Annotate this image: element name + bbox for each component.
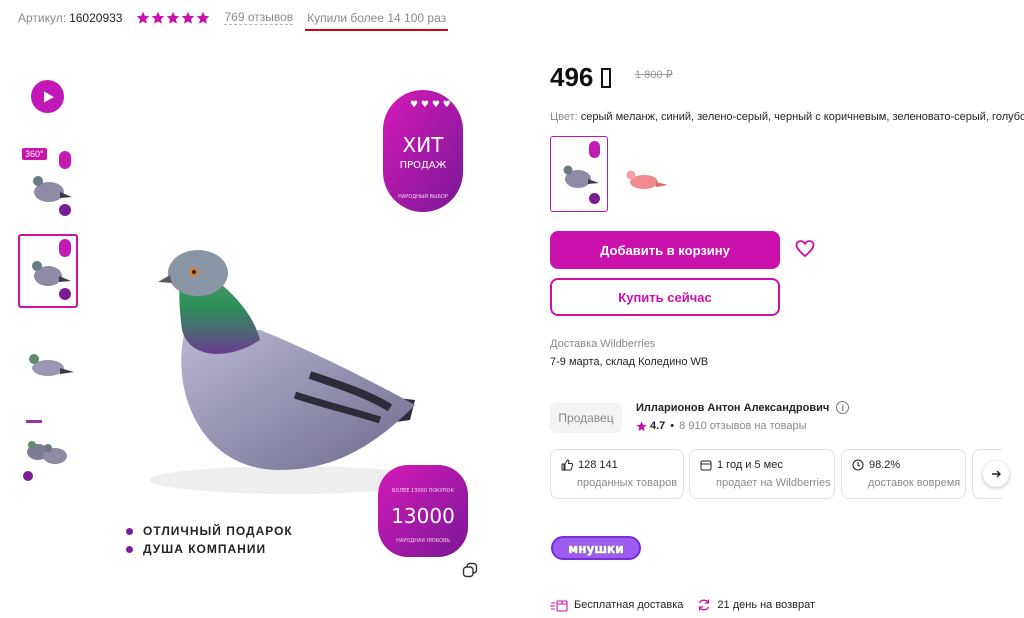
bought-count: Купили более 14 100 раз: [305, 11, 449, 31]
feature-item: ДУША КОМПАНИИ: [126, 542, 266, 556]
free-delivery-text: Бесплатная доставка: [574, 599, 684, 611]
stat-card-ontime: 98.2% доставок вовремя: [841, 449, 966, 499]
feature-item: ОТЛИЧНЫЙ ПОДАРОК: [126, 524, 293, 538]
star-icon: [636, 421, 647, 431]
currency-icon: [601, 67, 612, 88]
thumbnail-side[interactable]: [18, 330, 78, 404]
main-product-image[interactable]: ♥ ♥ ♥ ♥ ХИТ ПРОДАЖ НАРОДНЫЙ ВЫБОР БОЛЕЕ …: [110, 60, 490, 580]
returns-text: 21 день на возврат: [717, 599, 815, 611]
stats-next-button[interactable]: [983, 461, 1009, 487]
pigeon-thumb-image: [23, 420, 67, 481]
stat-label: доставок вовремя: [868, 477, 961, 489]
reviews-link[interactable]: 769 отзывов: [224, 11, 294, 25]
store-icon: [700, 460, 712, 471]
pigeon-thumb-image: [32, 239, 71, 300]
play-video-button[interactable]: [31, 80, 64, 113]
current-price: 496: [550, 62, 612, 93]
color-variant-pink[interactable]: [614, 136, 672, 212]
returns-item: 21 день на возврат: [697, 598, 815, 612]
star-icon: [182, 11, 195, 24]
delivery-title: Доставка Wildberries: [550, 338, 656, 350]
variant-image: [563, 141, 600, 204]
rating-stars: [136, 11, 210, 25]
star-icon: [137, 11, 150, 24]
seller-rating-value: 4.7: [650, 420, 666, 432]
sticker-hit-small: НАРОДНЫЙ ВЫБОР: [398, 193, 448, 200]
product-meta-line: Артикул: 16020933 769 отзывов Купили бол…: [18, 9, 449, 31]
stat-value: 98.2%: [869, 459, 901, 471]
info-icon[interactable]: i: [836, 401, 850, 414]
article-label: Артикул:: [18, 11, 67, 25]
feature-text: ОТЛИЧНЫЙ ПОДАРОК: [143, 524, 293, 538]
thumbnail-pair[interactable]: [18, 418, 78, 492]
seller-rating: 4.7 • 8 910 отзывов на товары: [636, 420, 806, 432]
sticker-hit-line2: ПРОДАЖ: [400, 160, 447, 171]
separator-dot: •: [670, 420, 675, 432]
seller-name: Илларионов Антон Александрович: [636, 401, 830, 414]
stat-card-tenure: 1 год и 5 мес продает на Wildberries: [689, 449, 835, 499]
color-line: Цвет: серый меланж, синий, зелено-серый,…: [550, 111, 1024, 123]
stat-value: 128 141: [578, 459, 618, 471]
star-icon: [167, 11, 180, 24]
seller-pill[interactable]: Продавец: [550, 403, 622, 433]
favorite-heart-icon[interactable]: [795, 239, 815, 259]
copy-image-icon[interactable]: [462, 562, 478, 578]
sticker-count-value: 13000: [391, 504, 455, 528]
stat-card-sold: 128 141 проданных товаров: [550, 449, 684, 499]
seller-reviews: 8 910 отзывов на товары: [679, 420, 807, 432]
underline-highlight: [305, 29, 449, 31]
color-value: серый меланж, синий, зелено-серый, черны…: [580, 111, 1024, 123]
bullet-icon: [126, 545, 133, 553]
add-to-cart-button[interactable]: Добавить в корзину: [550, 231, 780, 269]
svg-text:♥ ♥ ♥ ♥: ♥ ♥ ♥ ♥: [410, 100, 451, 110]
stat-label: проданных товаров: [577, 477, 678, 489]
clock-icon: [852, 459, 864, 471]
sticker-count-top: БОЛЕЕ 13000 ПОКУПОК: [392, 488, 455, 494]
bullet-icon: [126, 527, 133, 535]
pigeon-thumb-image: [29, 354, 74, 376]
seller-name-link[interactable]: Илларионов Антон Александрович i: [636, 401, 850, 414]
star-icon: [197, 11, 210, 24]
feature-text: ДУША КОМПАНИИ: [143, 542, 267, 556]
sticker-hit-line1: ХИТ: [403, 133, 445, 157]
sticker-count-bottom: НАРОДНАЯ ЛЮБОВЬ: [396, 538, 450, 544]
stat-value: 1 год и 5 мес: [717, 459, 783, 471]
delivery-box-icon: [550, 599, 568, 612]
old-price: 1 800 ₽: [635, 69, 673, 81]
stat-label: продает на Wildberries: [716, 477, 831, 489]
color-variant-selected[interactable]: [550, 136, 608, 212]
arrow-right-icon: [992, 470, 1001, 478]
buy-now-button[interactable]: Купить сейчас: [550, 278, 780, 316]
play-icon: [43, 91, 54, 102]
article-number: 16020933: [69, 11, 123, 25]
brand-logo[interactable]: мнушки: [550, 533, 642, 563]
service-info-row: Бесплатная доставка 21 день на возврат: [550, 598, 815, 612]
refresh-icon: [699, 599, 710, 611]
thumbnail-360[interactable]: 360°: [18, 148, 78, 222]
thumbnail-selected[interactable]: [18, 234, 78, 308]
variant-image: [626, 170, 668, 189]
color-label: Цвет:: [550, 111, 578, 123]
thumbs-up-icon: [561, 459, 573, 471]
badge-360: 360°: [22, 148, 47, 160]
delivery-value: 7-9 марта, склад Коледино WB: [550, 356, 709, 368]
price-value: 496: [550, 62, 594, 92]
star-icon: [152, 11, 165, 24]
bought-count-text: Купили более 14 100 раз: [307, 11, 447, 25]
svg-text:мнушки: мнушки: [568, 542, 623, 556]
